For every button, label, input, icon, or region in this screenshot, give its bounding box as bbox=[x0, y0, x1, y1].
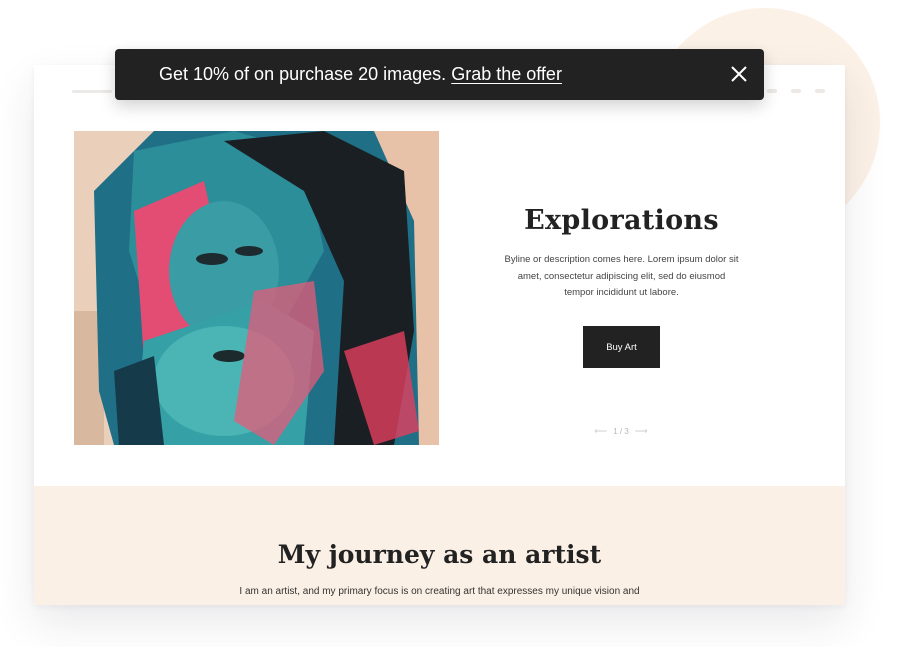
promo-text: Get 10% of on purchase 20 images. bbox=[159, 64, 447, 84]
nav-icon bbox=[815, 89, 825, 93]
portrait-artwork bbox=[74, 131, 439, 445]
promo-banner: Get 10% of on purchase 20 images. Grab t… bbox=[115, 49, 764, 100]
buy-art-button[interactable]: Buy Art bbox=[583, 326, 660, 368]
nav-logo-placeholder bbox=[72, 89, 112, 93]
hero-title: Explorations bbox=[524, 205, 719, 236]
hero-artwork-image bbox=[74, 131, 439, 445]
journey-section: My journey as an artist I am an artist, … bbox=[34, 486, 845, 605]
close-icon[interactable] bbox=[728, 63, 750, 85]
journey-text: I am an artist, and my primary focus is … bbox=[239, 586, 640, 597]
nav-icons bbox=[767, 89, 825, 93]
pager-label: 1 / 3 bbox=[613, 426, 629, 436]
grab-offer-link[interactable]: Grab the offer bbox=[451, 64, 562, 84]
nav-icon bbox=[791, 89, 801, 93]
arrow-right-icon[interactable]: ⟶ bbox=[635, 426, 648, 437]
nav-icon bbox=[767, 89, 777, 93]
website-preview-card: Explorations Byline or description comes… bbox=[34, 65, 845, 605]
slide-pager: ⟵ 1 / 3 ⟶ bbox=[586, 423, 656, 439]
hero-byline: Byline or description comes here. Lorem … bbox=[504, 254, 739, 298]
journey-title: My journey as an artist bbox=[277, 540, 602, 569]
promo-text-wrapper: Get 10% of on purchase 20 images. Grab t… bbox=[159, 64, 562, 85]
arrow-left-icon[interactable]: ⟵ bbox=[594, 426, 607, 437]
hero-text-block: Explorations Byline or description comes… bbox=[504, 205, 739, 302]
